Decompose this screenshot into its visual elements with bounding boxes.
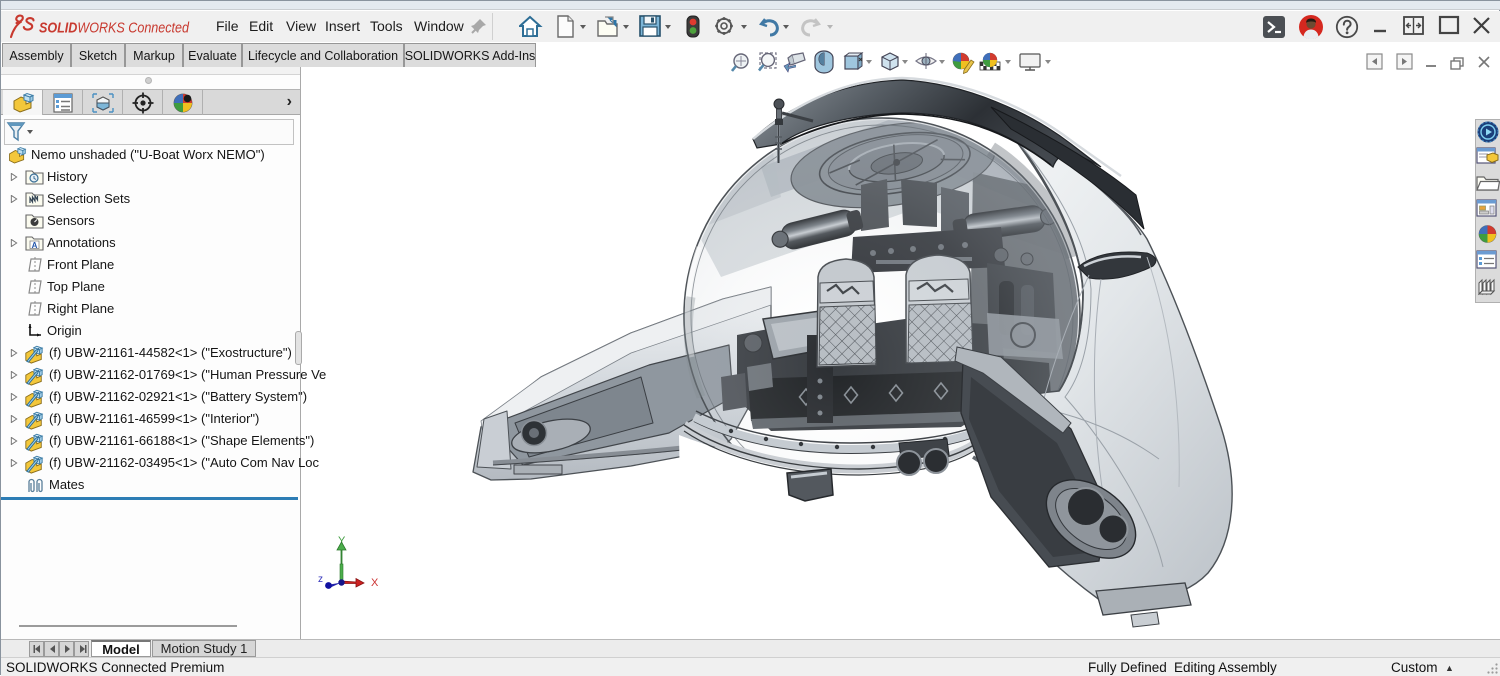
svg-text:z: z <box>318 574 323 585</box>
svg-text:A: A <box>32 241 38 250</box>
svg-text:SOLIDWORKS Connected: SOLIDWORKS Connected <box>39 21 190 37</box>
svg-text:X: X <box>371 577 379 589</box>
